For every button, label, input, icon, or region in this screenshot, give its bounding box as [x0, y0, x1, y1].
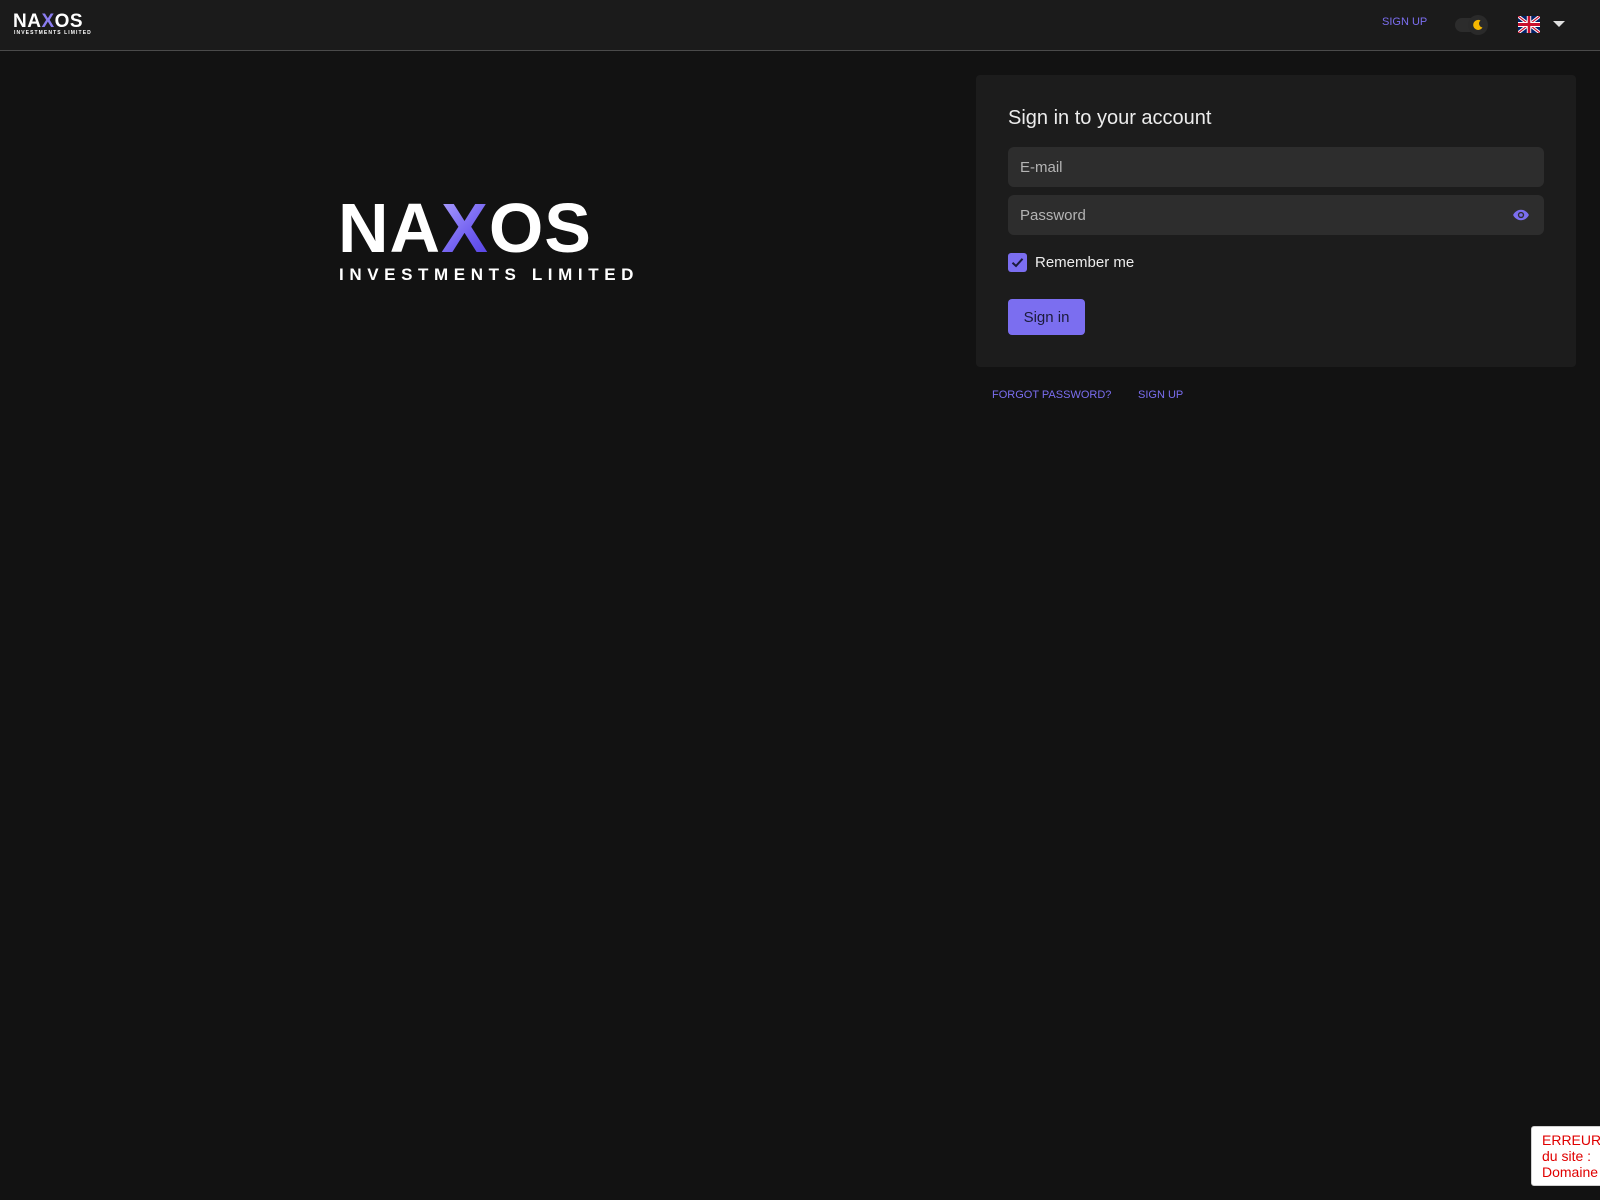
- checkbox-checked[interactable]: [1008, 253, 1027, 272]
- uk-flag-icon[interactable]: [1518, 16, 1540, 33]
- brand-logo-tagline: INVESTMENTS LIMITED: [14, 30, 92, 36]
- caret-down-icon[interactable]: [1553, 21, 1565, 27]
- signin-title: Sign in to your account: [1008, 107, 1212, 129]
- forgot-password-link[interactable]: FORGOT PASSWORD?: [992, 389, 1111, 401]
- hero-logo-wordmark: NAXOS: [338, 189, 592, 267]
- email-input[interactable]: [1008, 147, 1544, 187]
- checkmark-icon: [1011, 258, 1024, 268]
- remember-me-label: Remember me: [1035, 254, 1135, 271]
- hero-logo: NAXOS INVESTMENTS LIMITED: [338, 189, 668, 288]
- top-navbar: NAXOS INVESTMENTS LIMITED SIGN UP: [0, 0, 1600, 51]
- signup-link[interactable]: SIGN UP: [1138, 389, 1183, 401]
- error-notice: ERREUR p du site : Domaine: [1531, 1126, 1600, 1186]
- error-line: du site :: [1542, 1148, 1592, 1164]
- navbar-signup-link[interactable]: SIGN UP: [1382, 16, 1427, 28]
- signin-card: Sign in to your account Remember me Sign…: [976, 75, 1576, 367]
- eye-icon[interactable]: [1512, 206, 1530, 224]
- password-input[interactable]: [1008, 195, 1544, 235]
- error-line: ERREUR p: [1542, 1132, 1600, 1148]
- theme-toggle[interactable]: [1455, 15, 1488, 35]
- brand-logo[interactable]: NAXOS INVESTMENTS LIMITED: [13, 12, 93, 38]
- theme-toggle-knob: [1468, 15, 1488, 35]
- hero-logo-tagline: INVESTMENTS LIMITED: [339, 265, 640, 284]
- brand-logo-wordmark: NAXOS: [13, 11, 84, 32]
- sign-in-button[interactable]: Sign in: [1008, 299, 1085, 335]
- moon-icon: [1473, 19, 1483, 30]
- error-line: Domaine: [1542, 1164, 1599, 1180]
